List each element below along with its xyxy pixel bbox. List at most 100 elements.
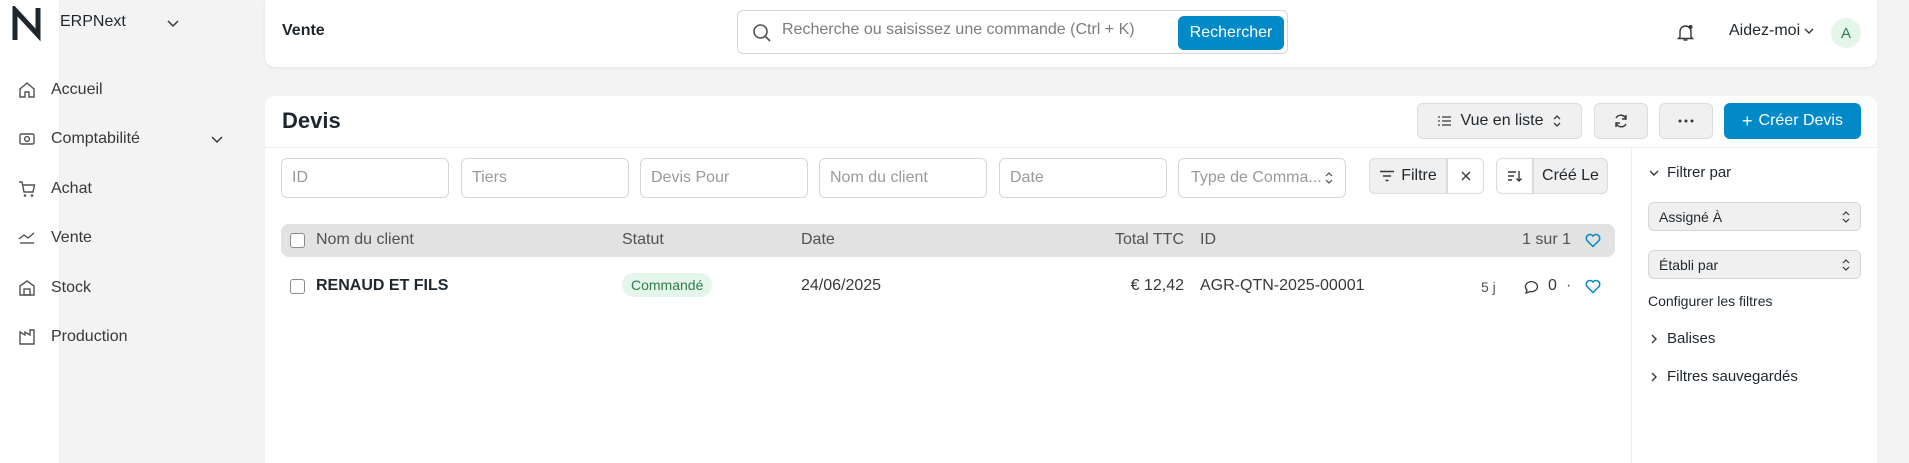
accounting-icon [19,133,35,145]
sort-icon [1507,171,1522,182]
cart-icon [19,181,36,197]
search-input[interactable] [782,21,1162,39]
breadcrumb[interactable]: Vente [282,22,325,40]
search-icon [753,24,771,42]
column-header-id[interactable]: ID [1200,231,1216,249]
sidebar-item-label: Accueil [51,81,103,98]
sidebar-item-label: Stock [51,279,92,296]
column-header-status[interactable]: Statut [622,231,664,249]
chevron-down-icon[interactable] [210,132,224,146]
row-total: € 12,42 [1130,277,1184,294]
saved-filters-toggle[interactable]: Filtres sauvegardés [1648,368,1798,385]
page-title: Devis [282,108,341,133]
avatar[interactable]: A [1831,18,1861,48]
sidebar-item-label: Vente [51,229,92,246]
tags-label: Balises [1667,330,1716,347]
chevron-right-icon [1651,334,1657,343]
more-icon [1678,119,1694,123]
row-age: 5 j [1481,279,1496,295]
created-by-label: Établi par [1659,256,1719,273]
more-actions-button[interactable] [1659,103,1713,139]
filter-button[interactable]: Filtre [1369,158,1447,194]
assigned-to-select[interactable]: Assigné À [1648,202,1861,231]
sort-field-button[interactable]: Créé Le [1533,158,1608,194]
sales-icon [18,232,35,244]
status-badge: Commandé [622,273,713,297]
row-checkbox[interactable] [290,279,305,294]
date-filter-input[interactable] [999,158,1167,198]
row-client-name[interactable]: RENAUD ET FILS [316,277,448,295]
create-label: Créer Devis [1758,112,1843,129]
row-id: AGR-QTN-2025-00001 [1200,277,1365,294]
column-header-date[interactable]: Date [801,231,835,249]
create-quotation-button[interactable]: + Créer Devis [1724,103,1861,139]
clear-filters-button[interactable] [1447,158,1484,194]
search-button[interactable]: Rechercher [1178,16,1284,50]
tags-toggle[interactable]: Balises [1648,330,1715,347]
home-icon [19,82,35,98]
sort-label: Créé Le [1542,167,1599,184]
help-label: Aidez-moi [1729,22,1801,39]
view-label: Vue en liste [1460,112,1544,129]
filter-label: Filtre [1401,167,1437,184]
client-name-filter-input[interactable] [819,158,987,198]
side-panel-divider [1631,148,1632,463]
sidebar-item-production[interactable]: Production [18,323,128,351]
app-name[interactable]: ERPNext [60,13,126,31]
assigned-to-label: Assigné À [1659,208,1723,225]
select-all-checkbox[interactable] [290,233,305,248]
select-arrows-icon [1842,258,1850,271]
row-date: 24/06/2025 [801,277,882,294]
filter-by-toggle[interactable]: Filtrer par [1648,164,1731,181]
order-type-select[interactable]: Type de Comma... [1178,158,1346,198]
close-icon [1461,171,1470,181]
bell-icon[interactable] [1676,23,1695,42]
sort-order-button[interactable] [1496,158,1533,194]
sidebar-item-accueil[interactable]: Accueil [18,76,103,104]
devis-pour-filter-input[interactable] [640,158,808,198]
sidebar-item-label: Production [51,328,128,345]
top-navbar: Vente Rechercher Aidez-moi A [265,0,1877,67]
list-icon [1438,116,1452,126]
heart-icon[interactable] [1585,233,1601,248]
filter-by-label: Filtrer par [1667,164,1732,181]
list-view-card: Devis Vue en liste + Créer Devis Type de… [265,96,1877,463]
row-separator: · [1566,277,1572,294]
list-header: Nom du client Statut Date Total TTC ID 1… [281,224,1615,257]
comment-icon[interactable] [1524,279,1540,294]
sidebar-item-label: Achat [51,180,92,197]
sidebar-item-comptabilite[interactable]: Comptabilité [18,125,140,153]
chevron-down-icon [1804,28,1814,34]
saved-filters-label: Filtres sauvegardés [1667,368,1798,385]
sidebar-item-label: Comptabilité [51,130,140,147]
refresh-icon [1615,114,1627,128]
configure-filters-link[interactable]: Configurer les filtres [1648,293,1773,309]
plus-icon: + [1742,111,1753,131]
production-icon [19,329,35,345]
select-arrows-icon [1553,115,1560,127]
refresh-button[interactable] [1594,103,1648,139]
heart-icon[interactable] [1585,279,1601,294]
view-switcher-button[interactable]: Vue en liste [1417,103,1582,139]
chevron-down-icon [1649,170,1659,176]
search-bar: Rechercher [737,10,1288,54]
erpnext-logo[interactable] [12,6,46,42]
sidebar-item-achat[interactable]: Achat [18,175,92,203]
column-header-client[interactable]: Nom du client [316,231,414,249]
column-header-total[interactable]: Total TTC [1069,231,1184,249]
row-comment-count: 0 [1548,277,1557,294]
stock-icon [19,280,35,296]
help-menu[interactable]: Aidez-moi [1729,22,1815,40]
sidebar-item-vente[interactable]: Vente [18,224,92,252]
filter-icon [1380,170,1395,182]
sidebar-item-stock[interactable]: Stock [18,274,91,302]
created-by-select[interactable]: Établi par [1648,250,1861,279]
id-filter-input[interactable] [281,158,449,198]
header-divider [265,147,1877,148]
tiers-filter-input[interactable] [461,158,629,198]
chevron-right-icon [1651,372,1657,381]
select-arrows-icon [1842,210,1850,223]
order-type-value: Type de Comma... [1191,169,1322,186]
record-count: 1 sur 1 [1522,231,1571,248]
chevron-down-icon[interactable] [166,16,180,30]
